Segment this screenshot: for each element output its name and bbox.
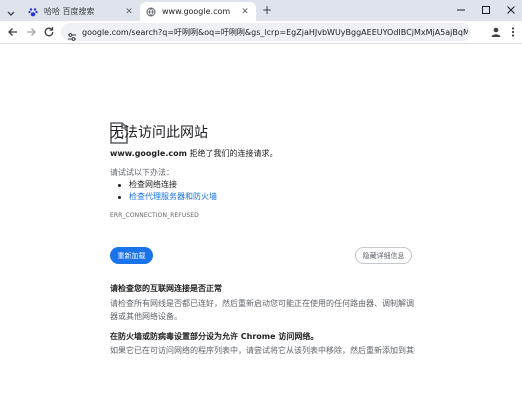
- suggestion-check-network: 检查网络连接: [129, 180, 177, 189]
- error-description-text: 拒绝了我们的连接请求。: [186, 149, 278, 158]
- menu-icon[interactable]: [506, 25, 520, 39]
- back-icon[interactable]: [6, 25, 20, 39]
- details-heading-connection: 请检查您的互联网连接是否正常: [110, 284, 222, 293]
- maximize-icon[interactable]: [479, 3, 493, 17]
- details-text-firewall: 如果它已在可访问网络的程序列表中，请尝试将它从该列表中移除，然后重新添加到其中。: [110, 346, 415, 355]
- suggestion-check-proxy-link[interactable]: 检查代理服务器和防火墙: [129, 191, 217, 203]
- close-tab-icon[interactable]: ✕: [124, 7, 134, 17]
- toolbar: google.com/search?q=吁咧咧&oq=吁咧咧&gs_lcrp=E…: [0, 21, 522, 43]
- tab-title: www.google.com: [162, 7, 231, 16]
- minimize-icon[interactable]: [454, 3, 468, 17]
- reload-button[interactable]: 重新加载: [110, 247, 153, 264]
- list-item: 检查网络连接: [118, 179, 217, 191]
- close-window-icon[interactable]: [504, 3, 518, 17]
- close-tab-icon[interactable]: ✕: [240, 7, 250, 17]
- reload-icon[interactable]: [42, 25, 56, 39]
- tab-strip: 哈哈 百度搜索 ✕ www.google.com ✕ +: [0, 0, 522, 21]
- profile-icon[interactable]: [489, 25, 503, 39]
- bullet-icon: [118, 195, 121, 199]
- error-host: www.google.com: [110, 149, 187, 158]
- error-title: 无法访问此网站: [110, 125, 208, 141]
- tab-google[interactable]: www.google.com ✕: [140, 2, 256, 21]
- error-code: ERR_CONNECTION_REFUSED: [110, 212, 199, 219]
- list-item[interactable]: 检查代理服务器和防火墙: [118, 191, 217, 203]
- site-info-icon[interactable]: [67, 27, 77, 41]
- tab-title: 哈哈 百度搜索: [44, 7, 95, 16]
- details-heading-firewall: 在防火墙或防病毒设置部分设为允许 Chrome 访问网络。: [110, 332, 319, 341]
- page-icon: [146, 7, 156, 17]
- url-text[interactable]: google.com/search?q=吁咧咧&oq=吁咧咧&gs_lcrp=E…: [82, 27, 468, 38]
- details-text-connection: 请检查所有网线是否都已连好，然后重新启动您可能正在使用的任何路由器、调制解调器或…: [110, 299, 414, 321]
- forward-icon[interactable]: [24, 25, 38, 39]
- error-description: www.google.com 拒绝了我们的连接请求。: [110, 148, 277, 159]
- try-label: 请试试以下办法：: [110, 168, 174, 177]
- tab-search-icon[interactable]: [5, 4, 17, 16]
- new-tab-button[interactable]: +: [261, 3, 273, 17]
- bullet-icon: [118, 183, 121, 187]
- paw-icon: [28, 7, 38, 17]
- hide-details-button[interactable]: 隐藏详细信息: [355, 247, 412, 264]
- suggestion-list: 检查网络连接 检查代理服务器和防火墙: [118, 179, 217, 203]
- tab-baidu[interactable]: 哈哈 百度搜索 ✕: [22, 2, 140, 21]
- address-bar[interactable]: google.com/search?q=吁咧咧&oq=吁咧咧&gs_lcrp=E…: [61, 23, 471, 41]
